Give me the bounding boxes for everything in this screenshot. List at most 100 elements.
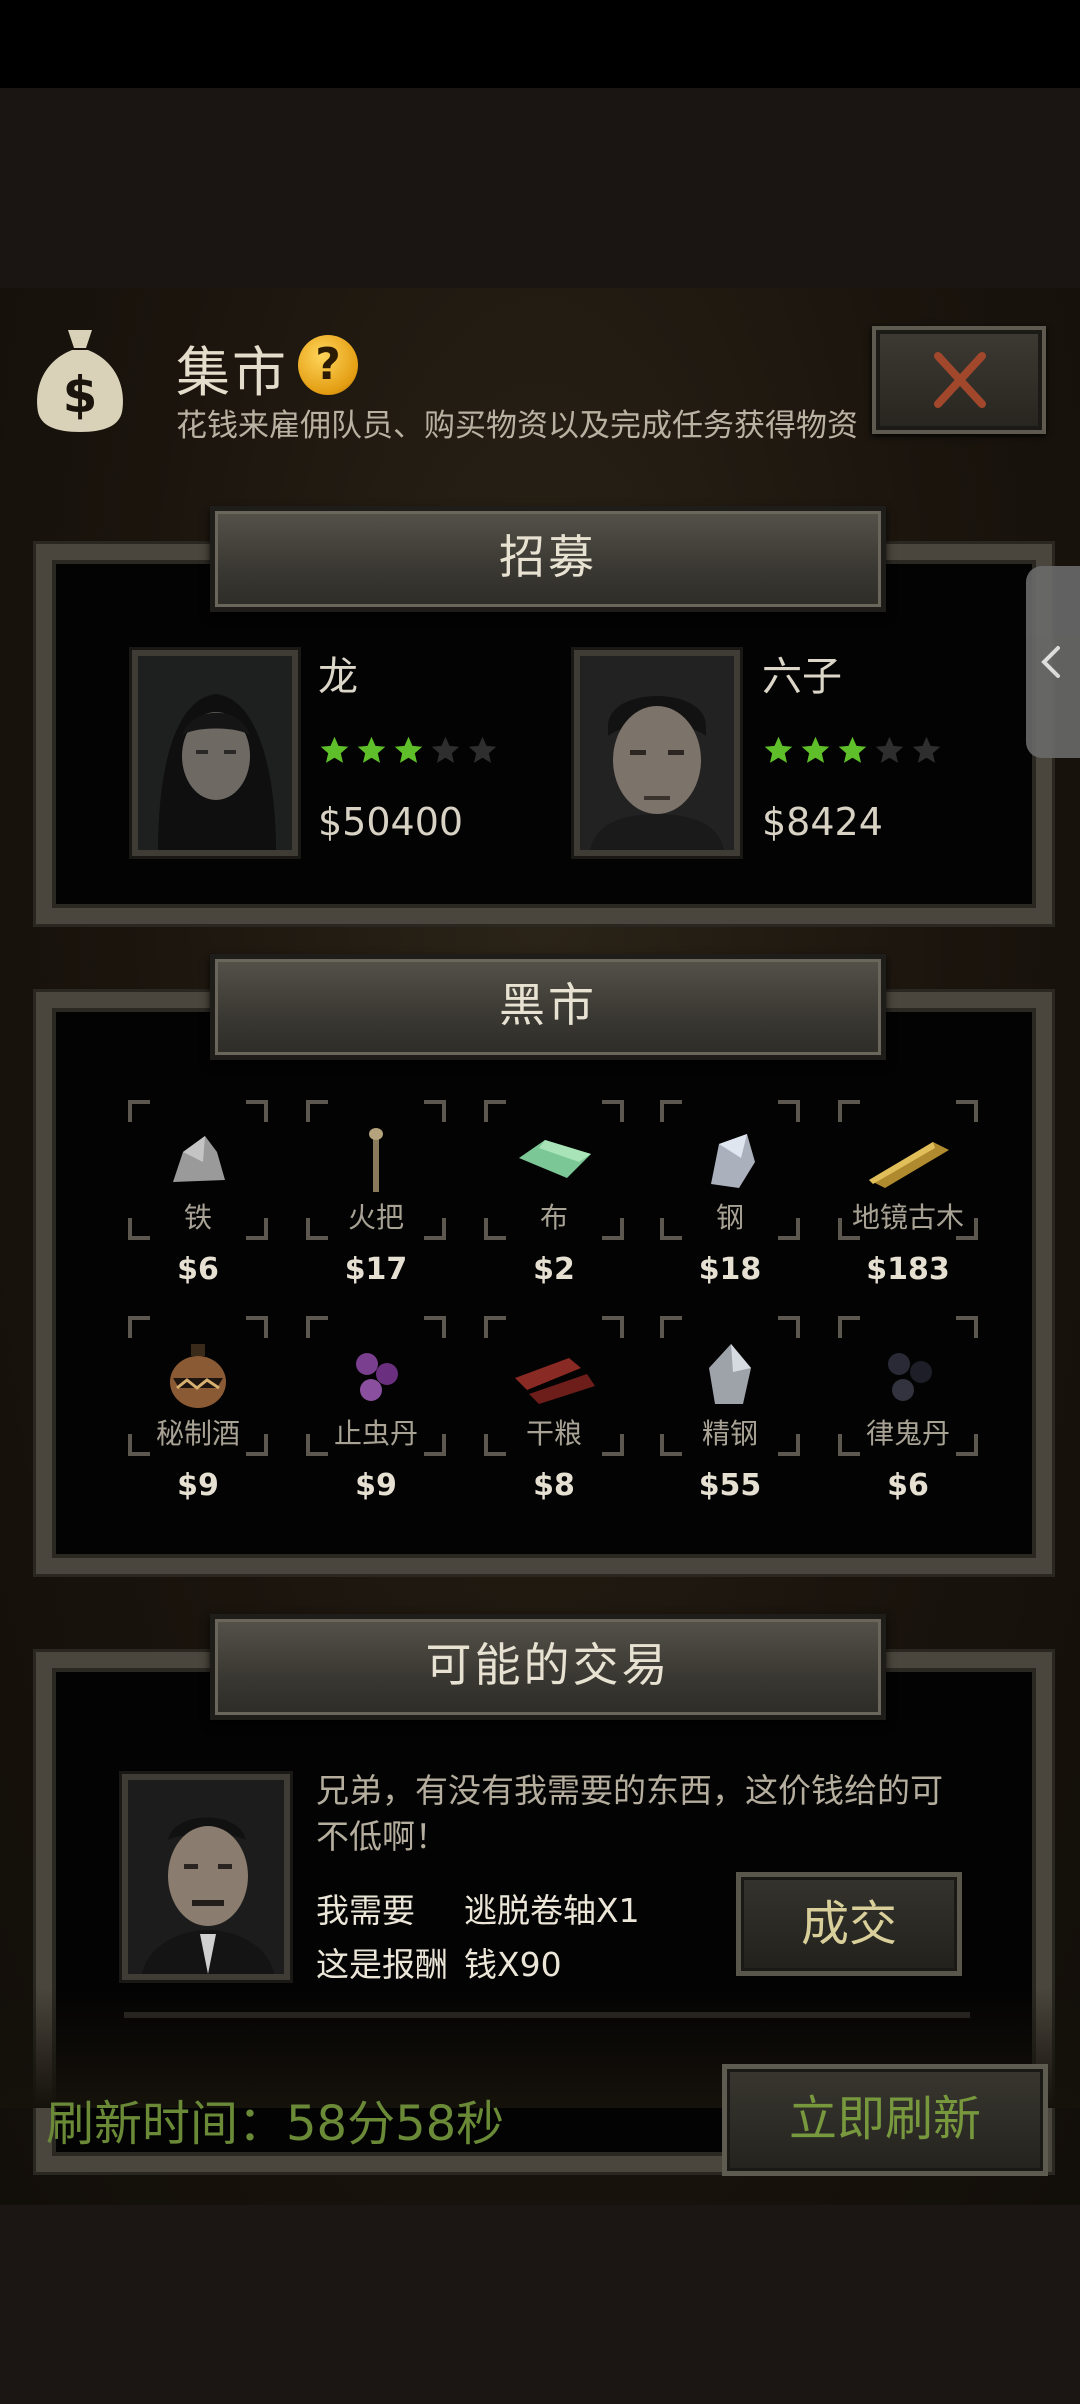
market-item-price: $9 [177,1468,219,1503]
slot-corner [484,1100,506,1122]
market-item-name: 铁 [183,1201,212,1234]
slot-corner [484,1316,506,1338]
market-item-name: 布 [539,1201,568,1234]
slot-corner [956,1316,978,1338]
trade-need-label: 我需要 [316,1891,415,1930]
refresh-timer: 刷新时间：58分58秒 [46,2096,505,2152]
trade-need-value: 逃脱卷轴X1 [464,1891,640,1930]
market-item-slot[interactable]: 秘制酒 [128,1316,268,1456]
slot-corner [306,1316,328,1338]
trade-banner: 可能的交易 [210,1614,886,1720]
recruit-price: $8424 [762,800,883,844]
trade-message-line1: 兄弟，有没有我需要的东西，这价钱给的可 [316,1771,943,1810]
man-portrait [580,656,734,850]
market-item-price: $6 [887,1468,929,1503]
svg-text:$: $ [63,366,98,424]
slot-corner [778,1100,800,1122]
slot-corner [838,1316,860,1338]
market-item-price: $18 [698,1252,762,1287]
market-panel: $ 集市 ? 花钱来雇佣队员、购买物资以及完成任务获得物资 招募 龙 $5040… [0,288,1080,2205]
slot-corner [660,1316,682,1338]
market-item-name: 地镜古木 [851,1201,964,1234]
recruit-banner: 招募 [210,506,886,612]
market-item-price: $8 [533,1468,575,1503]
recruit-stars [318,734,499,770]
deal-button[interactable]: 成交 [736,1872,962,1976]
slot-corner [778,1316,800,1338]
recruit-portrait-long[interactable] [132,650,298,856]
market-item-name: 精钢 [701,1417,758,1450]
black-market-banner: 黑市 [210,954,886,1060]
star-empty-icon [875,736,904,763]
market-item-name: 干粮 [525,1417,582,1450]
page-subtitle: 花钱来雇佣队员、购买物资以及完成任务获得物资 [176,408,858,444]
iron-ore-icon [173,1136,225,1182]
slot-corner [306,1100,328,1122]
star-filled-icon [838,736,867,763]
page-title: 集市 [176,341,288,404]
star-empty-icon [912,736,941,763]
market-item-price: $9 [355,1468,397,1503]
market-item-slot[interactable]: 干粮 [484,1316,624,1456]
market-item-slot[interactable]: 火把 [306,1100,446,1240]
market-item-price: $183 [866,1252,950,1287]
market-item-slot[interactable]: 律鬼丹 [838,1316,978,1456]
recruit-price: $50400 [318,800,464,844]
bottom-backdrop [0,2205,1080,2404]
market-item-name: 律鬼丹 [865,1417,950,1450]
steel-ore-icon [711,1134,755,1188]
ancient-wood-icon [869,1142,949,1188]
trade-message-line2: 不低啊！ [316,1817,448,1856]
star-filled-icon [357,736,386,763]
trade-reward-value: 钱X90 [464,1945,562,1984]
market-item-slot[interactable]: 布 [484,1100,624,1240]
slot-corner [660,1100,682,1122]
market-item-slot[interactable]: 精钢 [660,1316,800,1456]
hooded-man-portrait [138,656,292,850]
star-filled-icon [801,736,830,763]
recruit-portrait-liuzi[interactable] [574,650,740,856]
market-item-price: $6 [177,1252,219,1287]
market-item-slot[interactable]: 地镜古木 [838,1100,978,1240]
market-item-price: $2 [533,1252,575,1287]
top-backdrop [0,88,1080,288]
question-icon[interactable]: ? [298,335,358,395]
slot-corner [602,1316,624,1338]
star-filled-icon [394,736,423,763]
slot-corner [424,1316,446,1338]
trader-portrait[interactable] [122,1774,290,1980]
mustached-man-portrait [128,1780,284,1974]
recruit-name: 六子 [762,654,842,700]
recruit-name: 龙 [318,654,358,700]
slot-corner [602,1100,624,1122]
star-empty-icon [431,736,460,763]
market-item-slot[interactable]: 钢 [660,1100,800,1240]
market-item-name: 火把 [347,1201,404,1234]
wine-jar-icon [170,1344,226,1408]
recruit-stars [762,734,943,770]
black-pills-icon [888,1353,932,1401]
cloth-icon [519,1140,591,1178]
slot-corner [128,1316,150,1338]
moneybag-icon: $ [37,330,123,432]
status-bar [0,0,1080,88]
close-icon [934,352,986,408]
star-filled-icon [320,736,349,763]
side-drawer-handle[interactable] [1026,566,1080,758]
chevron-left-icon [1041,646,1060,678]
slot-corner [128,1100,150,1122]
close-button[interactable] [872,326,1046,434]
refined-steel-icon [709,1344,751,1404]
market-item-slot[interactable]: 止虫丹 [306,1316,446,1456]
market-item-name: 止虫丹 [333,1417,418,1450]
market-item-slot[interactable]: 铁 [128,1100,268,1240]
slot-corner [424,1100,446,1122]
refresh-now-button[interactable]: 立即刷新 [722,2064,1048,2176]
market-item-name: 秘制酒 [155,1417,240,1450]
star-empty-icon [468,736,497,763]
dried-meat-icon [515,1358,595,1404]
slot-corner [246,1100,268,1122]
market-item-name: 钢 [715,1201,744,1234]
slot-corner [956,1100,978,1122]
trade-reward-label: 这是报酬 [316,1945,448,1984]
